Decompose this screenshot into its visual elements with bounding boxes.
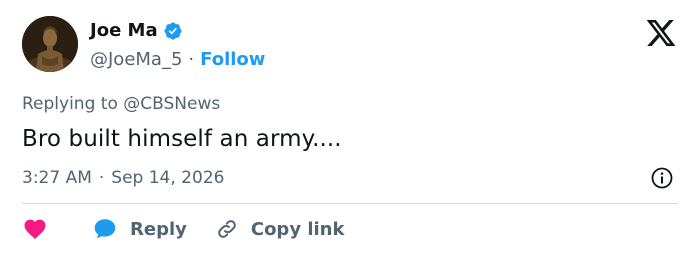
replying-to-mention[interactable]: @CBSNews (123, 94, 220, 114)
like-button[interactable] (22, 216, 48, 242)
speech-bubble-icon (94, 219, 116, 239)
tweet-card: Joe Ma @JoeMa_5 · Follow Replying to @CB… (0, 0, 700, 256)
author-name-row: Joe Ma (90, 20, 183, 41)
copy-link-button[interactable]: Copy link (215, 217, 345, 241)
verified-badge-icon (164, 21, 182, 40)
info-icon[interactable] (650, 166, 674, 190)
tweet-text: Bro built himself an army.... (22, 126, 342, 152)
replying-to-line: Replying to @CBSNews (22, 94, 220, 114)
handle-separator: · (188, 49, 195, 70)
action-bar: Reply Copy link (22, 215, 344, 243)
x-logo-icon[interactable] (645, 17, 677, 49)
follow-button[interactable]: Follow (200, 49, 265, 70)
author-display-name[interactable]: Joe Ma (90, 20, 158, 41)
link-icon (218, 220, 236, 238)
tweet-date: Sep 14, 2026 (111, 168, 225, 188)
author-handle-row: @JoeMa_5 · Follow (90, 49, 265, 70)
tweet-timestamp[interactable]: 3:27 AM · Sep 14, 2026 (22, 168, 224, 188)
reply-button[interactable]: Reply (92, 216, 187, 242)
actions-divider (22, 203, 678, 204)
reply-label: Reply (130, 218, 187, 240)
author-handle[interactable]: @JoeMa_5 (90, 49, 182, 70)
avatar[interactable] (22, 16, 78, 72)
copy-link-label: Copy link (250, 218, 345, 240)
timestamp-separator: · (98, 168, 105, 188)
tweet-time: 3:27 AM (22, 168, 92, 188)
statue-avatar-image (22, 16, 78, 72)
heart-icon (24, 219, 46, 239)
replying-prefix: Replying to (22, 94, 124, 114)
